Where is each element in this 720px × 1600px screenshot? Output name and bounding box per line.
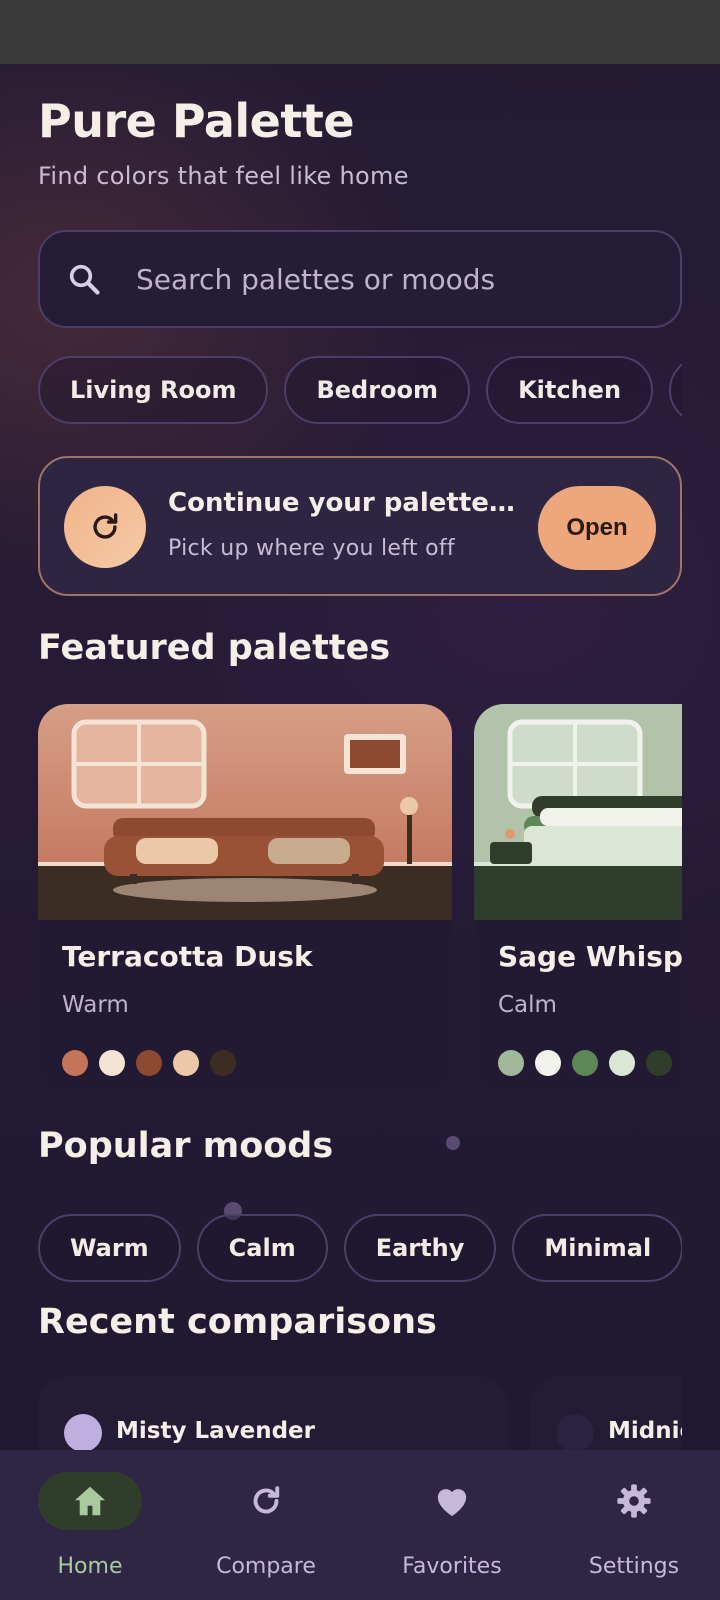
palette-card-sage[interactable]: Sage Whisper Calm xyxy=(474,704,682,1094)
recent-title: Recent comparisons xyxy=(38,1302,437,1342)
gear-icon xyxy=(617,1484,651,1518)
nav-settings-label: Settings xyxy=(588,1554,680,1579)
palette-mood: Warm xyxy=(62,992,129,1018)
nav-home-label: Home xyxy=(57,1554,123,1579)
chip-earthy[interactable]: Earthy xyxy=(343,1214,497,1282)
nav-favorites-label: Favorites xyxy=(402,1554,502,1579)
home-icon xyxy=(74,1486,106,1516)
swatch-row xyxy=(62,1050,236,1076)
status-bar xyxy=(0,0,720,64)
color-swatch[interactable] xyxy=(210,1050,236,1076)
refresh-icon xyxy=(253,1486,280,1514)
nav-compare-pill xyxy=(214,1472,318,1530)
chip-calm[interactable]: Calm xyxy=(196,1214,328,1282)
continue-title: Continue your palette se… xyxy=(168,488,518,518)
heart-icon xyxy=(437,1489,467,1516)
color-swatch[interactable] xyxy=(136,1050,162,1076)
carousel-indicator-dot xyxy=(446,1136,460,1150)
continue-session-card[interactable]: Continue your palette se… Pick up where … xyxy=(38,456,682,596)
nav-compare-label: Compare xyxy=(216,1554,316,1579)
palette-mood: Calm xyxy=(498,992,557,1018)
color-swatch[interactable] xyxy=(99,1050,125,1076)
comparison-name: Misty Lavender xyxy=(116,1418,316,1444)
chip-bedroom[interactable]: Bedroom xyxy=(284,356,471,424)
mood-chip-row: Warm Calm Earthy Minimal xyxy=(38,1214,682,1282)
refresh-icon xyxy=(93,513,118,539)
page-title: Pure Palette xyxy=(38,94,355,148)
color-dot xyxy=(64,1414,102,1452)
nav-settings-pill xyxy=(582,1472,686,1530)
chip-minimal[interactable]: Minimal xyxy=(512,1214,682,1282)
terracotta-room-illustration xyxy=(38,704,452,920)
page-subtitle: Find colors that feel like home xyxy=(38,162,409,190)
palette-name: Terracotta Dusk xyxy=(62,940,313,973)
color-swatch[interactable] xyxy=(498,1050,524,1076)
bottom-navigation: Home Compare Favorites Settings xyxy=(0,1450,720,1600)
color-swatch[interactable] xyxy=(535,1050,561,1076)
continue-subtitle: Pick up where you left off xyxy=(168,536,455,561)
search-input[interactable] xyxy=(136,262,616,296)
chip-warm[interactable]: Warm xyxy=(38,1214,181,1282)
featured-title: Featured palettes xyxy=(38,628,391,668)
nav-favorites-pill xyxy=(400,1472,504,1530)
nav-favorites[interactable]: Favorites xyxy=(362,1450,542,1600)
color-swatch[interactable] xyxy=(609,1050,635,1076)
room-filter-row: Living Room Bedroom Kitchen W xyxy=(38,356,682,424)
featured-carousel[interactable]: Terracotta Dusk Warm Sage Whisper xyxy=(38,704,682,1164)
swatch-row xyxy=(498,1050,672,1076)
continue-icon-circle xyxy=(64,486,146,568)
nav-compare[interactable]: Compare xyxy=(176,1450,356,1600)
search-bar[interactable] xyxy=(38,230,682,328)
nav-settings[interactable]: Settings xyxy=(544,1450,720,1600)
color-swatch[interactable] xyxy=(173,1050,199,1076)
nav-home[interactable]: Home xyxy=(0,1450,180,1600)
sage-room-illustration xyxy=(474,704,682,920)
color-dot xyxy=(556,1414,594,1452)
open-button[interactable]: Open xyxy=(538,486,656,570)
chip-partial[interactable]: W xyxy=(669,356,682,424)
nav-home-pill xyxy=(38,1472,142,1530)
chip-kitchen[interactable]: Kitchen xyxy=(486,356,654,424)
color-swatch[interactable] xyxy=(572,1050,598,1076)
chip-living-room[interactable]: Living Room xyxy=(38,356,269,424)
palette-card-terracotta[interactable]: Terracotta Dusk Warm xyxy=(38,704,452,1094)
palette-name: Sage Whisper xyxy=(498,940,682,973)
color-swatch[interactable] xyxy=(62,1050,88,1076)
moods-title: Popular moods xyxy=(38,1126,334,1166)
search-icon xyxy=(69,264,100,295)
comparison-name: Midnig xyxy=(608,1418,682,1444)
color-swatch[interactable] xyxy=(646,1050,672,1076)
